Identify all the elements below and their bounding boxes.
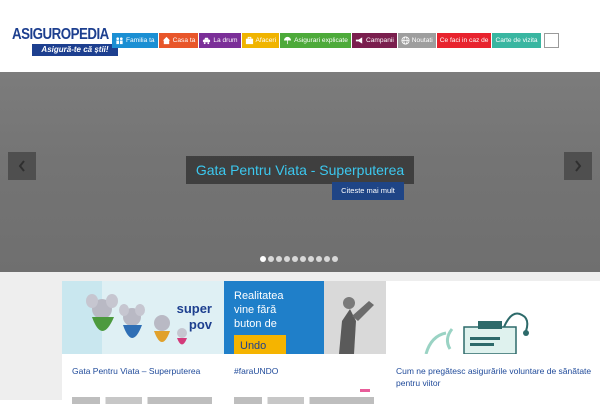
- nav-item-la-drum[interactable]: La drum: [199, 33, 241, 48]
- globe-icon: [401, 36, 410, 45]
- nav-label: Ce faci in caz de: [439, 37, 489, 44]
- family-icon: [116, 37, 123, 45]
- card-image: super pov: [62, 281, 224, 354]
- slider-dot[interactable]: [260, 256, 266, 262]
- card-title[interactable]: Cum ne pregătesc asigurările voluntare d…: [396, 365, 592, 389]
- nav-label: Casa ta: [172, 37, 196, 44]
- slider-dot[interactable]: [292, 256, 298, 262]
- card-image: [386, 281, 600, 354]
- nav-label: Familia ta: [126, 37, 155, 44]
- slider-dot[interactable]: [268, 256, 274, 262]
- card-title[interactable]: #faraUNDO: [234, 365, 278, 377]
- card-faraundo[interactable]: Realitatea vine fără buton de Undo #fara…: [224, 281, 386, 400]
- card-asigurari-sanatate[interactable]: Cum ne pregătesc asigurările voluntare d…: [386, 281, 600, 400]
- card-image: Realitatea vine fără buton de Undo: [224, 281, 386, 354]
- slider-dot[interactable]: [300, 256, 306, 262]
- nav-label: Noutati: [411, 37, 433, 44]
- logo-name: ASIGUROPEDIA: [12, 26, 109, 43]
- hero-title-box: Gata Pentru Viata - Superputerea: [186, 156, 414, 184]
- nav-item-noutati[interactable]: Noutati: [397, 33, 436, 48]
- nav-label: Afaceri: [255, 37, 277, 44]
- hero-title[interactable]: Gata Pentru Viata - Superputerea: [186, 156, 414, 184]
- slider-dots: [260, 256, 340, 262]
- card-image-text: pov: [189, 317, 213, 332]
- hero-slider: Gata Pentru Viata - Superputerea Citeste…: [0, 72, 600, 272]
- nav-item-asigurari-explicate[interactable]: Asigurari explicate: [280, 33, 351, 48]
- slider-prev-button[interactable]: [8, 152, 36, 180]
- slider-dot[interactable]: [316, 256, 322, 262]
- megaphone-icon: [355, 37, 363, 44]
- accent-mark: [360, 389, 370, 392]
- nav-item-carte-de-vizita[interactable]: Carte de vizita: [492, 33, 541, 48]
- card-image-text: Undo: [240, 340, 266, 352]
- card-image-text: buton de: [234, 318, 277, 330]
- nav-item-familia-ta[interactable]: Familia ta: [112, 33, 158, 48]
- main-nav: Familia ta Casa ta La drum Afaceri Asigu…: [112, 33, 559, 48]
- nav-item-afaceri[interactable]: Afaceri: [241, 33, 280, 48]
- car-icon: [203, 37, 211, 45]
- logo-tagline: Asigură-te că știi!: [32, 44, 118, 56]
- nav-label: Asigurari explicate: [294, 37, 348, 44]
- card-title[interactable]: Gata Pentru Viata – Superputerea: [72, 365, 200, 377]
- featured-cards: super pov Gata Pentru Viata – Superputer…: [0, 272, 600, 404]
- umbrella-icon: [283, 36, 292, 45]
- slider-dot[interactable]: [332, 256, 338, 262]
- health-illustration: [386, 281, 600, 354]
- site-logo[interactable]: ASIGUROPEDIA Asigură-te că știi!: [12, 26, 118, 59]
- read-more-button[interactable]: Citeste mai mult: [332, 182, 404, 200]
- slider-dot[interactable]: [276, 256, 282, 262]
- slider-dot[interactable]: [308, 256, 314, 262]
- nav-item-campanii[interactable]: Campanii: [351, 33, 397, 48]
- site-header: ASIGUROPEDIA Asigură-te că știi! Familia…: [0, 0, 600, 72]
- nav-label: La drum: [213, 37, 238, 44]
- card-gata-pentru-viata[interactable]: super pov Gata Pentru Viata – Superputer…: [62, 281, 224, 400]
- nav-item-ce-faci-in-caz-de[interactable]: Ce faci in caz de: [436, 33, 492, 48]
- card-excerpt-line: [234, 397, 374, 404]
- briefcase-icon: [245, 36, 253, 45]
- slider-dot[interactable]: [324, 256, 330, 262]
- slider-dot[interactable]: [284, 256, 290, 262]
- card-image-text: vine fără: [234, 304, 277, 316]
- card-image-text: super: [177, 301, 212, 316]
- house-icon: [162, 36, 170, 45]
- card-image-text: Realitatea: [234, 290, 284, 302]
- nav-label: Carte de vizita: [495, 37, 538, 44]
- nav-item-casa-ta[interactable]: Casa ta: [158, 33, 199, 48]
- card-excerpt-line: [72, 397, 212, 404]
- slider-next-button[interactable]: [564, 152, 592, 180]
- chevron-right-icon: [575, 160, 582, 172]
- chevron-left-icon: [18, 160, 25, 172]
- nav-search-box[interactable]: [543, 33, 559, 48]
- nav-label: Campanii: [365, 37, 394, 44]
- mice-illustration: super pov: [62, 281, 224, 354]
- faraundo-illustration: Realitatea vine fără buton de Undo: [224, 281, 386, 354]
